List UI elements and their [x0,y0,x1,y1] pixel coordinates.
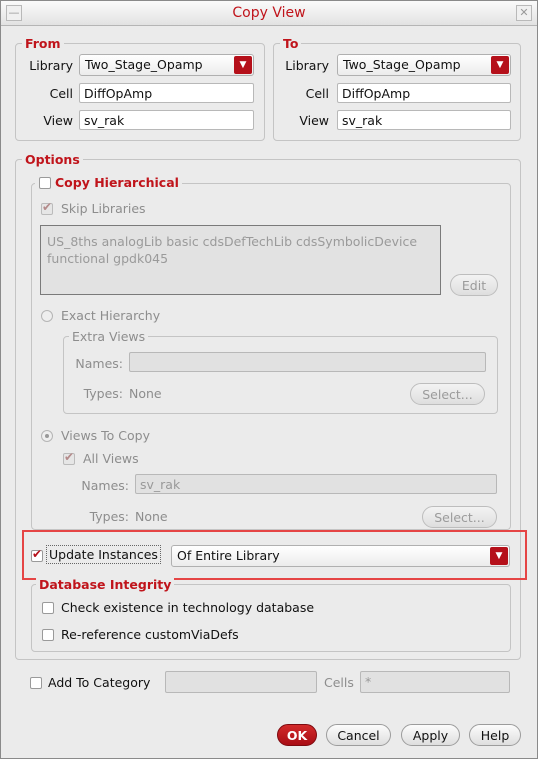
re-reference-label: Re-reference customViaDefs [61,627,239,642]
check-existence-checkbox[interactable] [42,602,54,614]
options-legend: Options [22,152,83,167]
from-cell-label: Cell [49,86,73,101]
help-button[interactable]: Help [469,724,521,746]
to-view-label: View [299,113,329,128]
copy-view-dialog: — Copy View ✕ From Library Two_Stage_Opa… [0,0,538,759]
exact-hierarchy-label: Exact Hierarchy [61,308,161,323]
close-icon[interactable]: ✕ [516,5,532,21]
skip-libraries-checkbox[interactable] [41,200,53,215]
category-field[interactable] [165,671,317,693]
views-types-value: None [135,509,168,524]
apply-button[interactable]: Apply [401,724,460,746]
chevron-down-icon[interactable]: ▼ [491,56,509,74]
from-library-value: Two_Stage_Opamp [85,57,203,72]
add-to-category-checkbox[interactable] [30,677,42,689]
update-instances-checkbox[interactable] [31,547,43,562]
add-to-category-label: Add To Category [48,675,151,690]
update-scope-combo[interactable]: Of Entire Library ▼ [171,545,510,567]
copy-hierarchical-checkbox[interactable] [39,177,51,189]
cells-field[interactable]: * [360,671,510,693]
all-views-checkbox[interactable] [63,450,75,465]
to-library-label: Library [285,58,329,73]
extra-views-names-label: Names: [75,356,123,371]
to-library-value: Two_Stage_Opamp [343,57,461,72]
to-cell-label: Cell [305,86,329,101]
views-types-label: Types: [89,509,129,524]
ok-button[interactable]: OK [277,724,317,746]
window-title: Copy View [232,5,306,21]
to-view-field[interactable]: sv_rak [337,110,511,130]
libraries-listbox[interactable]: US_8ths analogLib basic cdsDefTechLib cd… [40,225,441,295]
views-to-copy-label: Views To Copy [61,428,150,443]
chevron-down-icon[interactable]: ▼ [490,547,508,565]
extra-views-legend: Extra Views [69,329,149,344]
skip-libraries-label: Skip Libraries [61,201,146,216]
extra-views-select-button[interactable]: Select... [410,383,485,405]
from-legend: From [22,36,64,51]
exact-hierarchy-radio[interactable] [41,310,53,322]
update-instances-label: Update Instances [46,545,161,564]
extra-views-names-field[interactable] [129,352,486,372]
edit-button[interactable]: Edit [450,274,498,296]
extra-views-types-label: Types: [83,386,123,401]
to-legend: To [280,36,302,51]
all-views-label: All Views [83,451,139,466]
from-cell-field[interactable]: DiffOpAmp [79,83,254,103]
chevron-down-icon[interactable]: ▼ [234,56,252,74]
from-library-label: Library [29,58,73,73]
cells-label: Cells [324,675,354,690]
to-cell-field[interactable]: DiffOpAmp [337,83,511,103]
database-integrity-legend: Database Integrity [36,577,175,592]
copy-hierarchical-legend: Copy Hierarchical [35,175,182,190]
views-select-button[interactable]: Select... [422,506,497,528]
from-view-field[interactable]: sv_rak [79,110,254,130]
re-reference-checkbox[interactable] [42,629,54,641]
cancel-button[interactable]: Cancel [326,724,391,746]
extra-views-types-value: None [129,386,162,401]
to-library-combo[interactable]: Two_Stage_Opamp ▼ [337,54,511,76]
from-library-combo[interactable]: Two_Stage_Opamp ▼ [79,54,254,76]
title-bar[interactable]: — Copy View ✕ [1,1,537,26]
views-names-field[interactable]: sv_rak [135,474,497,494]
update-scope-value: Of Entire Library [177,548,280,563]
views-to-copy-radio[interactable] [41,430,53,442]
check-existence-label: Check existence in technology database [61,600,315,615]
views-names-label: Names: [81,478,129,493]
from-view-label: View [43,113,73,128]
